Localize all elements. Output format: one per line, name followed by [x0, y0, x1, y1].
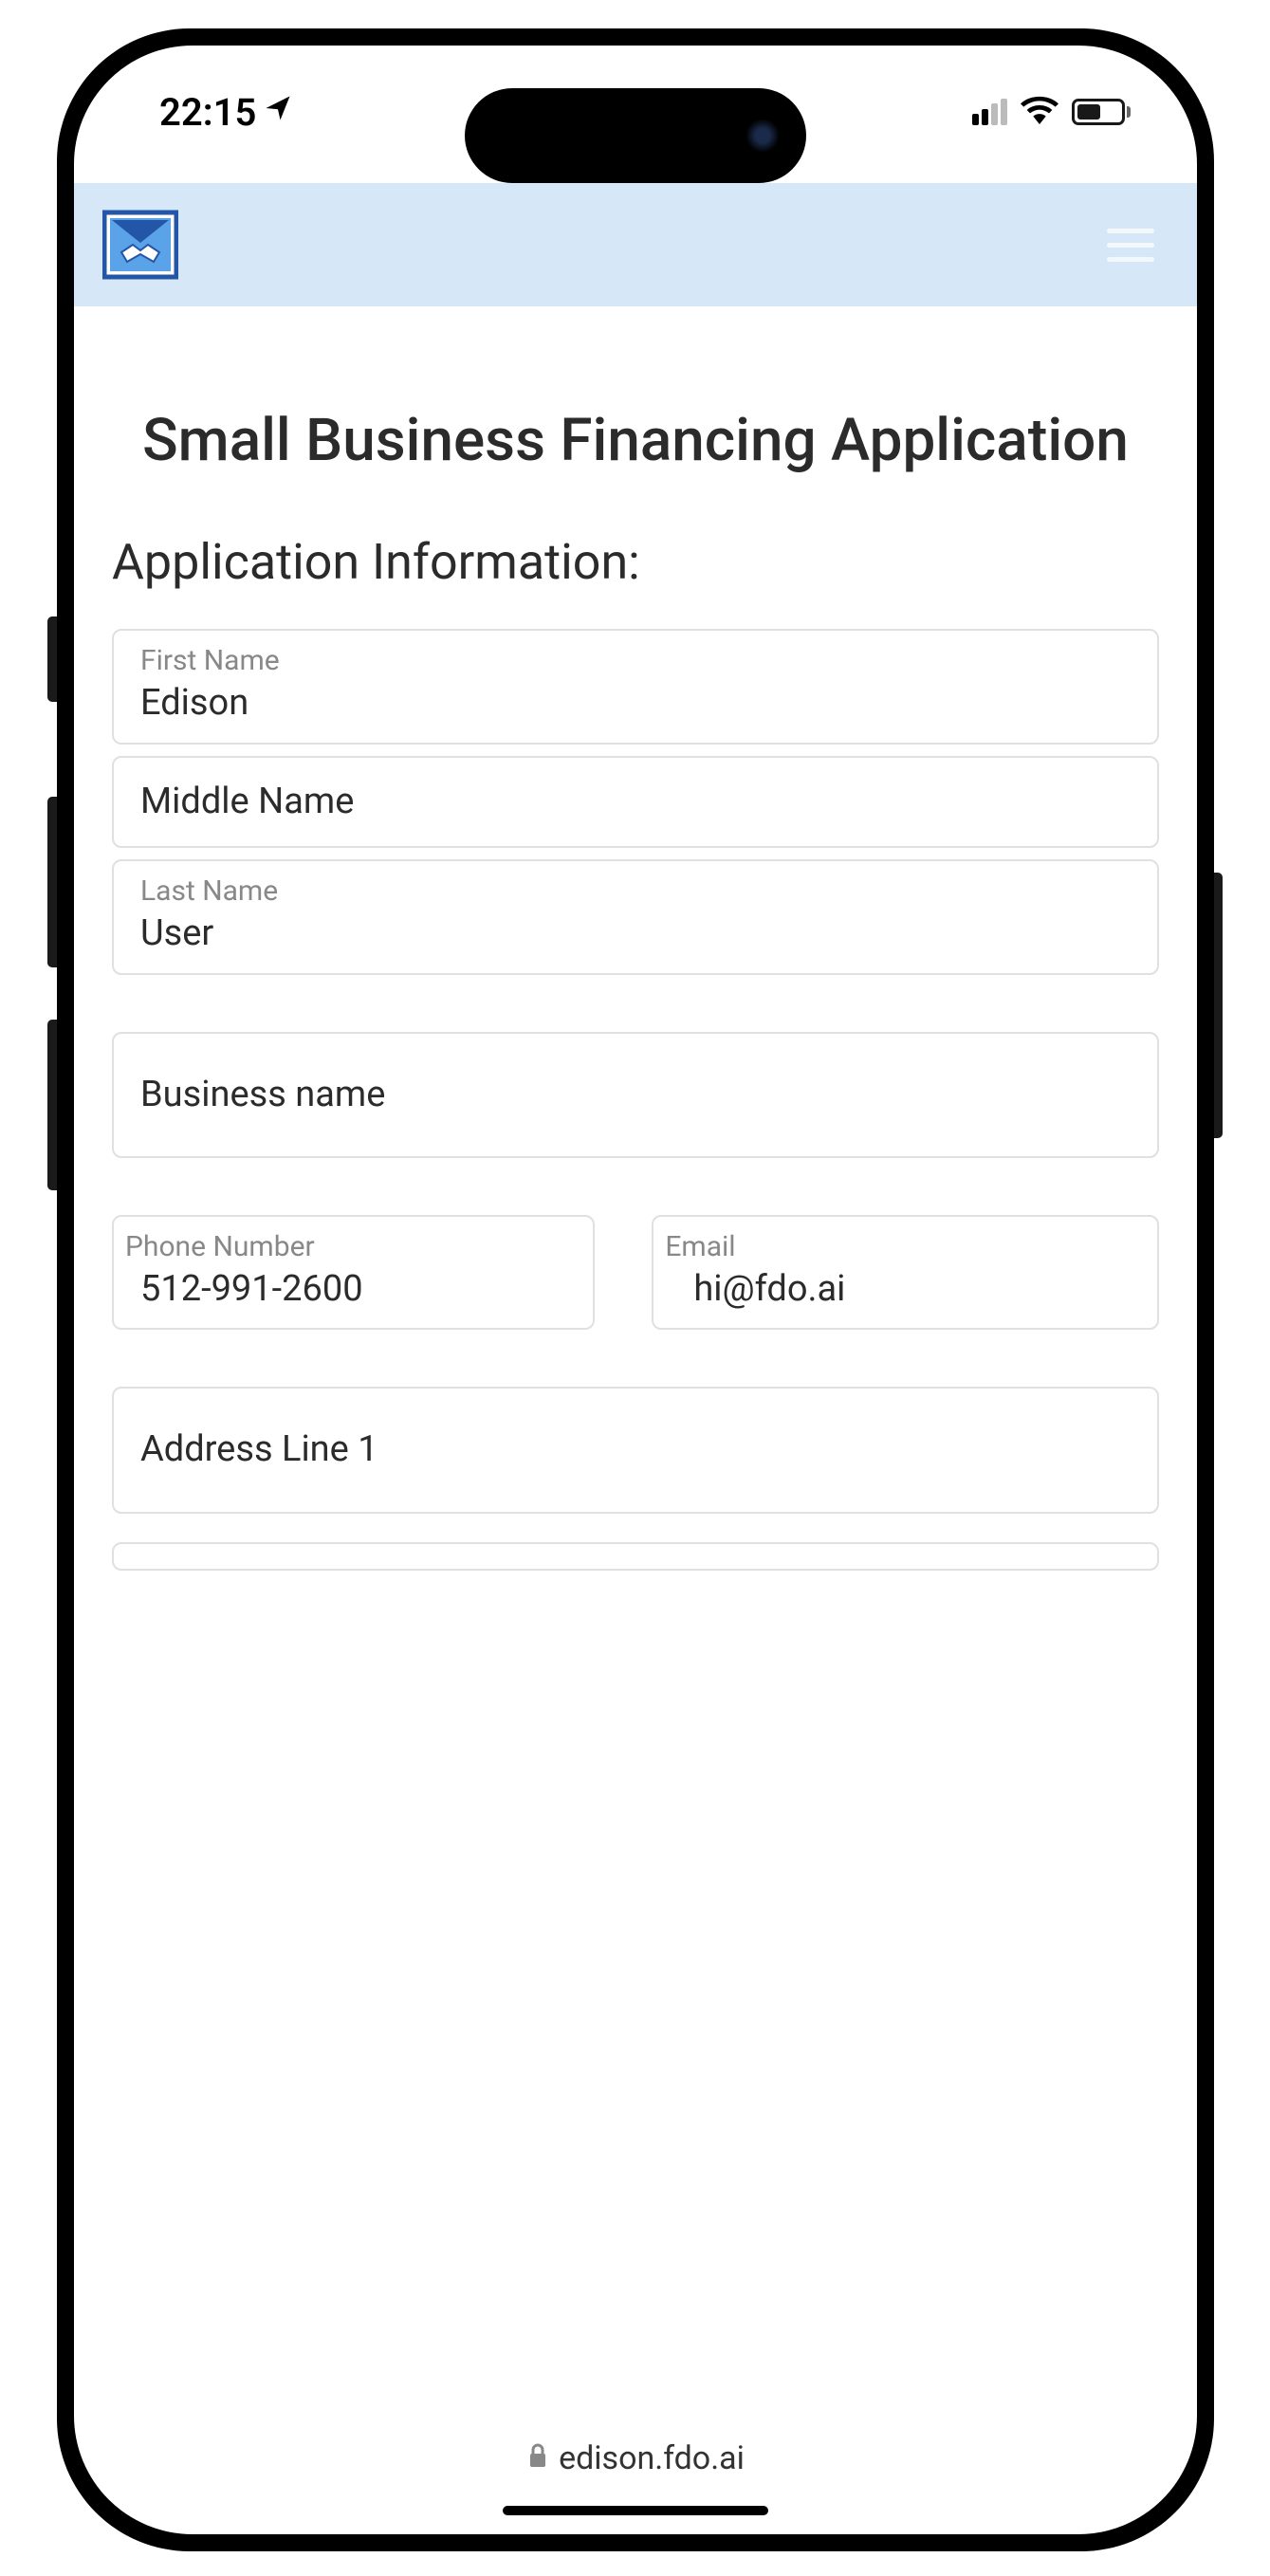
- status-time: 22:15: [159, 90, 292, 135]
- section-title: Application Information:: [112, 533, 1159, 591]
- location-arrow-icon: [264, 93, 292, 131]
- first-name-label: First Name: [140, 644, 1131, 678]
- email-label: Email: [665, 1230, 1146, 1264]
- page-content: Small Business Financing Application App…: [74, 311, 1197, 2411]
- phone-frame: 22:15: [57, 28, 1214, 2551]
- middle-name-field[interactable]: Middle Name: [112, 756, 1159, 848]
- battery-icon: [1072, 99, 1131, 125]
- address-line-1-placeholder: Address Line 1: [140, 1426, 1131, 1473]
- home-indicator[interactable]: [503, 2506, 768, 2515]
- phone-number-value: 512-991-2600: [125, 1266, 581, 1313]
- phone-volume-up: [47, 797, 57, 967]
- wifi-icon: [1021, 96, 1058, 128]
- camera-icon: [745, 119, 780, 153]
- email-field[interactable]: Email hi@fdo.ai: [652, 1215, 1159, 1330]
- phone-power-button: [1213, 873, 1223, 1138]
- phone-number-label: Phone Number: [125, 1230, 581, 1264]
- phone-screen: 22:15: [74, 46, 1197, 2534]
- next-field-partial[interactable]: [112, 1542, 1159, 1571]
- business-name-placeholder: Business name: [140, 1072, 1131, 1118]
- status-indicators: [972, 96, 1131, 128]
- hamburger-menu-icon[interactable]: [1107, 229, 1154, 262]
- handshake-logo-icon[interactable]: [102, 207, 178, 283]
- url-text: edison.fdo.ai: [559, 2439, 745, 2477]
- email-value: hi@fdo.ai: [665, 1266, 1146, 1313]
- middle-name-placeholder: Middle Name: [140, 779, 1131, 825]
- phone-number-field[interactable]: Phone Number 512-991-2600: [112, 1215, 595, 1330]
- lock-icon: [526, 2442, 549, 2475]
- page-title: Small Business Financing Application: [112, 406, 1159, 476]
- dynamic-island: [465, 88, 806, 183]
- first-name-field[interactable]: First Name Edison: [112, 629, 1159, 744]
- last-name-field[interactable]: Last Name User: [112, 859, 1159, 974]
- cellular-signal-icon: [972, 99, 1007, 125]
- business-name-field[interactable]: Business name: [112, 1032, 1159, 1158]
- first-name-value: Edison: [140, 680, 1131, 727]
- browser-url-bar[interactable]: edison.fdo.ai: [74, 2430, 1197, 2487]
- app-header: [74, 183, 1197, 306]
- phone-volume-down: [47, 1020, 57, 1190]
- last-name-value: User: [140, 911, 1131, 957]
- phone-mute-switch: [47, 616, 57, 702]
- last-name-label: Last Name: [140, 874, 1131, 909]
- address-line-1-field[interactable]: Address Line 1: [112, 1387, 1159, 1513]
- time-text: 22:15: [159, 90, 256, 135]
